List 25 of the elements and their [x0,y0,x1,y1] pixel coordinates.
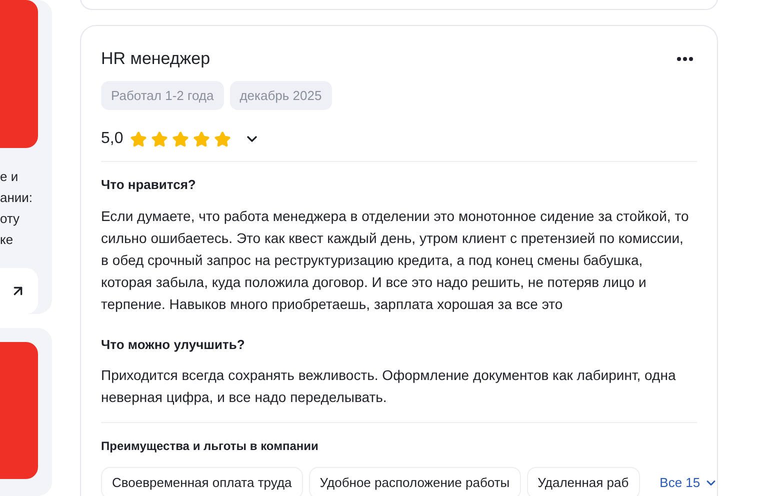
star-icon [151,130,168,148]
benefits-heading: Преимущества и льготы в компании [101,438,320,455]
review-text: Приходится всегда сохранять вежливость. Оформление документов как лабиринт, одна неверная цифра, и все надо переделывать. [101,366,677,407]
more-button[interactable] [677,56,693,61]
benefit-chip: Удобное расположение работы [308,467,521,496]
rating-value: 5,0 [101,129,124,149]
show-all-button[interactable]: Все 15 [660,473,718,492]
tag: декабрь 2025 [230,80,332,110]
star-icon [130,130,148,148]
tag: Работал 1-2 года [101,80,224,110]
benefit-chip: Своевременная оплата труда [101,467,303,496]
review-title: HR менеджер [101,48,210,70]
star-icon [214,130,232,148]
more-icon [677,56,693,61]
star-icon [172,130,190,148]
promo-text: ании: [0,189,34,207]
benefit-chip: Удаленная раб [526,467,640,496]
promo-text: оту [0,210,21,228]
open-link-button[interactable] [0,268,38,314]
promo-text: е и [0,168,20,186]
promo-text: ке [0,231,14,249]
section-heading: Что можно улучшить? [101,336,246,354]
star-icon [193,130,210,148]
section-heading: Что нравится? [101,176,197,194]
review-text: Если думаете, что работа менеджера в отделении это монотонное сидение за стойкой, то сильно ошибаетесь. Это как квест каждый день, утром клиент с претензией по комиссии, в обед срочный запрос на реструктуризацию кредита, а под конец смены бабушка, которая забыла, куда положила договор. И все это надо решить, не потеряв лицо и терпение. Навыков много приобретаешь, зарплата хорошая за все это [101,206,690,314]
